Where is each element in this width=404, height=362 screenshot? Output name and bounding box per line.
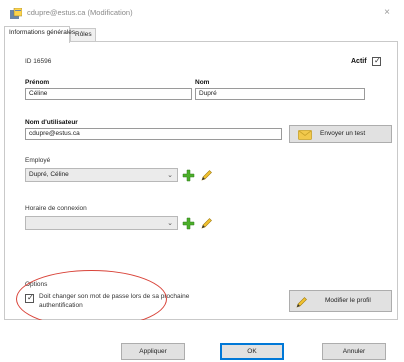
window-title: cdupre@estus.ca (Modification) (27, 8, 133, 17)
close-icon[interactable]: × (384, 7, 390, 18)
chevron-down-icon: ⌄ (167, 172, 173, 179)
checkmark-icon: ✓ (374, 56, 381, 65)
modify-profile-button[interactable]: Modifier le profil (289, 290, 392, 312)
tab-bar: Informations générales Rôles (4, 26, 400, 43)
tab-informations-generales[interactable]: Informations générales (4, 26, 75, 43)
username-label: Nom d'utilisateur (25, 119, 78, 126)
horaire-select[interactable]: ⌄ (25, 216, 178, 230)
pencil-icon[interactable] (201, 169, 213, 181)
employe-label: Employé (25, 157, 51, 164)
horaire-label: Horaire de connexion (25, 205, 87, 212)
username-field[interactable]: cdupre@estus.ca (25, 128, 282, 140)
actif-label: Actif (351, 58, 367, 65)
plus-icon[interactable] (182, 217, 195, 230)
user-app-icon (10, 8, 22, 19)
nom-label: Nom (195, 79, 210, 86)
title-bar: cdupre@estus.ca (Modification) × (0, 0, 404, 26)
send-test-label: Envoyer un test (320, 130, 366, 137)
nom-field[interactable]: Dupré (195, 88, 365, 100)
apply-button[interactable]: Appliquer (121, 343, 185, 360)
prenom-field[interactable]: Céline (25, 88, 192, 100)
pencil-icon[interactable] (201, 217, 213, 229)
prenom-label: Prénom (25, 79, 50, 86)
plus-icon[interactable] (182, 169, 195, 182)
dialog-footer: Appliquer OK Annuler (0, 320, 404, 362)
employe-value: Dupré, Céline (29, 171, 69, 178)
id-label: ID 16596 (25, 58, 52, 65)
employe-select[interactable]: Dupré, Céline ⌄ (25, 168, 178, 182)
modify-profile-label: Modifier le profil (325, 297, 371, 304)
actif-checkbox[interactable]: ✓ (372, 56, 381, 66)
pencil-icon (296, 297, 307, 308)
send-test-button[interactable]: Envoyer un test (289, 125, 392, 143)
ok-button[interactable]: OK (220, 343, 284, 360)
envelope-icon (298, 130, 312, 140)
cancel-button[interactable]: Annuler (322, 343, 386, 360)
chevron-down-icon: ⌄ (167, 220, 173, 227)
